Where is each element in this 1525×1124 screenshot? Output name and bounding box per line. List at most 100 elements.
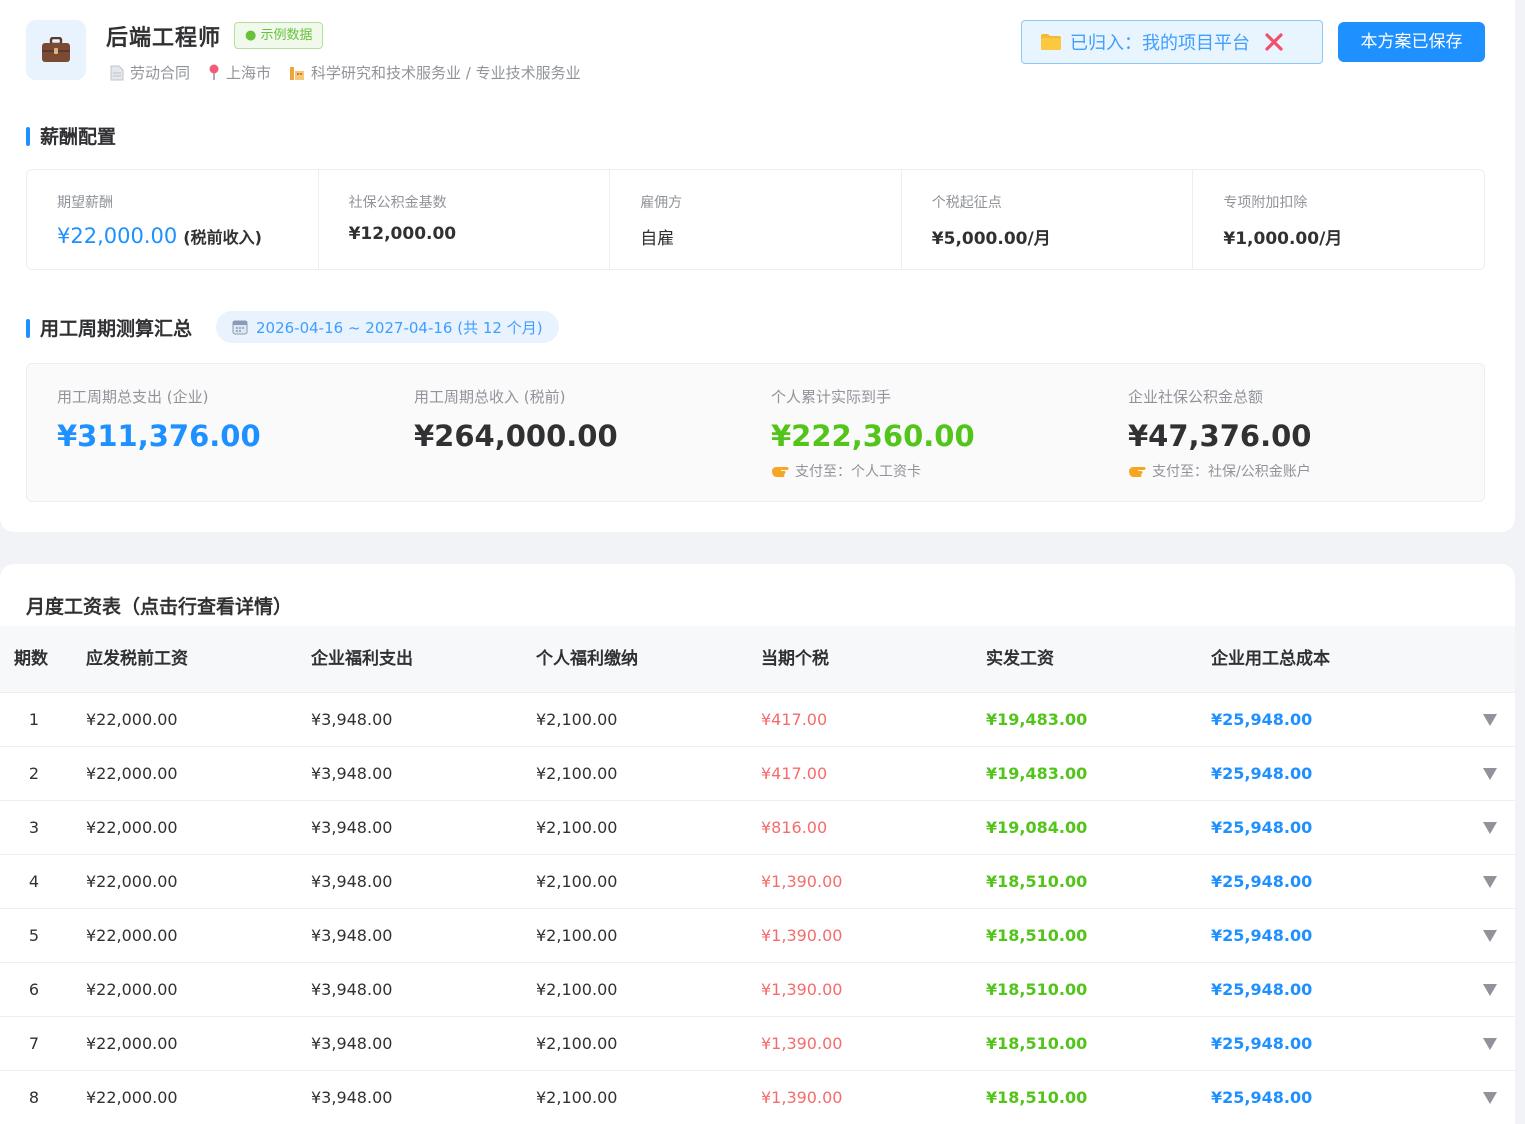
cell-period: 1 xyxy=(28,710,40,729)
employment-period-tag: 2026-04-16 ~ 2027-04-16 (共 12 个月) xyxy=(216,311,559,343)
summary-value: ¥47,376.00 xyxy=(1128,419,1312,453)
table-row[interactable]: 7 ¥22,000.00 ¥3,948.00 ¥2,100.00 ¥1,390.00 ¥1… xyxy=(0,1017,1515,1071)
cell-gross: ¥22,000.00 xyxy=(86,710,178,729)
summary-net-pay: 个人累计实际到手 ¥222,360.00 支付至：个人工资卡 xyxy=(771,386,975,481)
cell-tax: ¥816.00 xyxy=(761,818,828,837)
expected-salary-suffix: (税前收入) xyxy=(183,228,262,247)
table-body: 1 ¥22,000.00 ¥3,948.00 ¥2,100.00 ¥417.00 ¥19,… xyxy=(0,693,1515,1124)
cell-gross: ¥22,000.00 xyxy=(86,926,178,945)
cell-total-cost: ¥25,948.00 xyxy=(1211,1034,1313,1053)
cell-personal-benefit: ¥2,100.00 xyxy=(536,1088,618,1107)
config-tax-threshold: 个税起征点 ¥5,000.00/月 xyxy=(902,170,1194,269)
monthly-salary-card: 月度工资表（点击行查看详情） 期数 应发税前工资 企业福利支出 个人福利缴纳 当… xyxy=(0,564,1515,1124)
summary-label: 用工周期总支出 (企业) xyxy=(57,388,209,406)
table-row[interactable]: 1 ¥22,000.00 ¥3,948.00 ¥2,100.00 ¥417.00 ¥19,… xyxy=(0,693,1515,747)
cell-employer-benefit: ¥3,948.00 xyxy=(311,926,393,945)
cell-period: 8 xyxy=(28,1088,40,1107)
cell-net-pay: ¥18,510.00 xyxy=(986,1088,1088,1107)
cell-employer-benefit: ¥3,948.00 xyxy=(311,818,393,837)
expand-row-icon[interactable] xyxy=(1482,875,1498,889)
table-row[interactable]: 2 ¥22,000.00 ¥3,948.00 ¥2,100.00 ¥417.00 ¥19,… xyxy=(0,747,1515,801)
expand-row-icon[interactable] xyxy=(1482,821,1498,835)
table-row[interactable]: 6 ¥22,000.00 ¥3,948.00 ¥2,100.00 ¥1,390.00 ¥1… xyxy=(0,963,1515,1017)
job-avatar xyxy=(26,20,86,80)
table-row[interactable]: 5 ¥22,000.00 ¥3,948.00 ¥2,100.00 ¥1,390.00 ¥1… xyxy=(0,909,1515,963)
cell-period: 7 xyxy=(28,1034,40,1053)
plan-saved-button[interactable]: 本方案已保存 xyxy=(1338,22,1485,62)
cell-tax: ¥1,390.00 xyxy=(761,1088,843,1107)
config-label: 专项附加扣除 xyxy=(1223,195,1308,211)
cell-period: 4 xyxy=(28,872,40,891)
pin-icon xyxy=(209,64,219,80)
table-row[interactable]: 3 ¥22,000.00 ¥3,948.00 ¥2,100.00 ¥816.00 ¥19,… xyxy=(0,801,1515,855)
config-special-deduction: 专项附加扣除 ¥1,000.00/月 xyxy=(1193,170,1484,269)
table-row[interactable]: 8 ¥22,000.00 ¥3,948.00 ¥2,100.00 ¥1,390.00 ¥1… xyxy=(0,1071,1515,1124)
cell-gross: ¥22,000.00 xyxy=(86,1088,178,1107)
summary-total-expense: 用工周期总支出 (企业) ¥311,376.00 xyxy=(57,386,261,453)
summary-pay-to: 支付至：社保/公积金账户 xyxy=(1128,461,1311,481)
cell-net-pay: ¥18,510.00 xyxy=(986,926,1088,945)
expand-row-icon[interactable] xyxy=(1482,713,1498,727)
industry-icon xyxy=(290,66,305,80)
column-header-period: 期数 xyxy=(14,649,48,669)
cell-gross: ¥22,000.00 xyxy=(86,764,178,783)
summary-value: ¥264,000.00 xyxy=(414,419,618,453)
employment-period-label: 2026-04-16 ~ 2027-04-16 (共 12 个月) xyxy=(256,318,543,337)
cell-personal-benefit: ¥2,100.00 xyxy=(536,872,618,891)
summary-value: ¥311,376.00 xyxy=(57,419,261,453)
cell-employer-benefit: ¥3,948.00 xyxy=(311,764,393,783)
expand-row-icon[interactable] xyxy=(1482,1091,1498,1105)
city: 上海市 xyxy=(208,62,271,83)
expand-row-icon[interactable] xyxy=(1482,929,1498,943)
cell-total-cost: ¥25,948.00 xyxy=(1211,926,1313,945)
city-label: 上海市 xyxy=(226,64,272,82)
cell-employer-benefit: ¥3,948.00 xyxy=(311,1034,393,1053)
cell-employer-benefit: ¥3,948.00 xyxy=(311,1088,393,1107)
salary-config-title: 薪酬配置 xyxy=(26,126,116,148)
config-label: 社保公积金基数 xyxy=(348,195,447,211)
config-label: 个税起征点 xyxy=(931,195,1002,211)
cell-tax: ¥1,390.00 xyxy=(761,926,843,945)
config-value: ¥12,000.00 xyxy=(348,224,457,244)
cell-period: 5 xyxy=(28,926,40,945)
config-value: ¥5,000.00/月 xyxy=(931,229,1051,249)
summary-label: 个人累计实际到手 xyxy=(771,388,892,406)
contract-type: 劳动合同 xyxy=(110,62,190,83)
cell-total-cost: ¥25,948.00 xyxy=(1211,710,1313,729)
briefcase-icon xyxy=(42,37,70,62)
cell-gross: ¥22,000.00 xyxy=(86,980,178,999)
table-row[interactable]: 4 ¥22,000.00 ¥3,948.00 ¥2,100.00 ¥1,390.00 ¥1… xyxy=(0,855,1515,909)
expand-row-icon[interactable] xyxy=(1482,767,1498,781)
cell-total-cost: ¥25,948.00 xyxy=(1211,1088,1313,1107)
plan-overview-card: 后端工程师 ● 示例数据 劳动合同 上海市 科学研究和技术服务业 / 专业技术服… xyxy=(0,0,1515,532)
remove-project-icon[interactable] xyxy=(1264,32,1284,52)
cell-tax: ¥417.00 xyxy=(761,764,828,783)
salary-config-grid: 期望薪酬 ¥22,000.00 (税前收入) 社保公积金基数 ¥12,000.00… xyxy=(26,169,1485,270)
column-header-gross: 应发税前工资 xyxy=(86,649,188,669)
column-header-tax: 当期个税 xyxy=(761,649,829,669)
cell-net-pay: ¥19,084.00 xyxy=(986,818,1088,837)
config-label: 雇佣方 xyxy=(640,195,683,211)
document-icon xyxy=(110,65,124,80)
cell-tax: ¥1,390.00 xyxy=(761,872,843,891)
pointing-hand-icon xyxy=(1129,467,1146,477)
contract-type-label: 劳动合同 xyxy=(130,64,191,82)
table-header: 期数 应发税前工资 企业福利支出 个人福利缴纳 当期个税 实发工资 企业用工总成… xyxy=(0,626,1515,693)
config-expected-salary: 期望薪酬 ¥22,000.00 (税前收入) xyxy=(27,170,319,269)
project-assignment-tag: 已归入：我的项目平台 xyxy=(1021,20,1323,64)
pay-to-label: 支付至：社保/公积金账户 xyxy=(1152,464,1311,480)
expand-row-icon[interactable] xyxy=(1482,983,1498,997)
calendar-icon xyxy=(232,320,248,335)
summary-total-income: 用工周期总收入 (税前) ¥264,000.00 xyxy=(414,386,618,453)
period-summary-panel: 用工周期总支出 (企业) ¥311,376.00 用工周期总收入 (税前) ¥2… xyxy=(26,363,1485,502)
column-header-total-cost: 企业用工总成本 xyxy=(1211,649,1330,669)
cell-gross: ¥22,000.00 xyxy=(86,872,178,891)
industry: 科学研究和技术服务业 / 专业技术服务业 xyxy=(289,62,581,83)
expand-row-icon[interactable] xyxy=(1482,1037,1498,1051)
cell-tax: ¥417.00 xyxy=(761,710,828,729)
cell-gross: ¥22,000.00 xyxy=(86,1034,178,1053)
config-insurance-base: 社保公积金基数 ¥12,000.00 xyxy=(319,170,611,269)
period-summary-title: 用工周期测算汇总 xyxy=(26,318,192,340)
config-employer: 雇佣方 自雇 xyxy=(610,170,902,269)
cell-period: 3 xyxy=(28,818,40,837)
